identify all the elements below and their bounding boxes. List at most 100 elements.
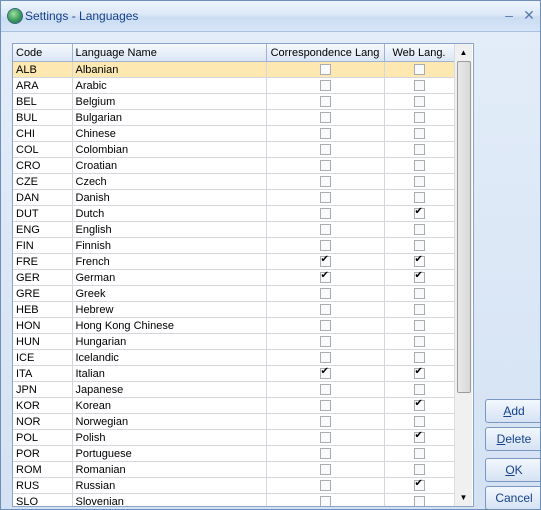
- language-name-cell[interactable]: Japanese: [72, 381, 267, 398]
- web-lang-checkbox[interactable]: [413, 270, 425, 284]
- table-row[interactable]: GRE Greek: [13, 285, 454, 302]
- correspondence-lang-checkbox[interactable]: [319, 366, 331, 380]
- language-code-cell[interactable]: ROM: [13, 461, 73, 478]
- language-name-cell[interactable]: Italian: [72, 365, 267, 382]
- minimize-icon[interactable]: –: [501, 7, 517, 23]
- language-name-cell[interactable]: Colombian: [72, 141, 267, 158]
- language-name-cell[interactable]: Finnish: [72, 237, 267, 254]
- ok-button[interactable]: OK: [485, 458, 540, 482]
- correspondence-lang-checkbox[interactable]: [319, 192, 331, 204]
- table-row[interactable]: GER German: [13, 269, 454, 286]
- column-header-code[interactable]: Code: [13, 44, 73, 62]
- language-name-cell[interactable]: Arabic: [72, 77, 267, 94]
- web-lang-checkbox[interactable]: [413, 478, 425, 492]
- scroll-up-icon[interactable]: ▲: [455, 44, 472, 61]
- language-code-cell[interactable]: DAN: [13, 189, 73, 206]
- web-lang-checkbox[interactable]: [413, 112, 425, 124]
- language-name-cell[interactable]: Belgium: [72, 93, 267, 110]
- correspondence-lang-checkbox[interactable]: [319, 64, 331, 76]
- language-name-cell[interactable]: Korean: [72, 397, 267, 414]
- web-lang-checkbox[interactable]: [413, 80, 425, 92]
- table-row[interactable]: POL Polish: [13, 429, 454, 446]
- language-code-cell[interactable]: COL: [13, 141, 73, 158]
- language-name-cell[interactable]: Polish: [72, 429, 267, 446]
- correspondence-lang-checkbox[interactable]: [319, 432, 331, 444]
- table-row[interactable]: ARA Arabic: [13, 77, 454, 94]
- web-lang-checkbox[interactable]: [413, 224, 425, 236]
- language-code-cell[interactable]: GRE: [13, 285, 73, 302]
- language-code-cell[interactable]: ALB: [13, 61, 73, 78]
- language-code-cell[interactable]: GER: [13, 269, 73, 286]
- table-row[interactable]: BEL Belgium: [13, 93, 454, 110]
- language-name-cell[interactable]: Chinese: [72, 125, 267, 142]
- language-name-cell[interactable]: French: [72, 253, 267, 270]
- language-name-cell[interactable]: Albanian: [72, 61, 267, 78]
- web-lang-checkbox[interactable]: [413, 96, 425, 108]
- table-row[interactable]: BUL Bulgarian: [13, 109, 454, 126]
- language-code-cell[interactable]: BUL: [13, 109, 73, 126]
- language-code-cell[interactable]: DUT: [13, 205, 73, 222]
- web-lang-checkbox[interactable]: [413, 176, 425, 188]
- web-lang-checkbox[interactable]: [413, 464, 425, 476]
- web-lang-checkbox[interactable]: [413, 366, 425, 380]
- table-row[interactable]: HUN Hungarian: [13, 333, 454, 350]
- web-lang-checkbox[interactable]: [413, 430, 425, 444]
- web-lang-checkbox[interactable]: [413, 496, 425, 506]
- correspondence-lang-checkbox[interactable]: [319, 144, 331, 156]
- language-name-cell[interactable]: Russian: [72, 477, 267, 494]
- language-code-cell[interactable]: CHI: [13, 125, 73, 142]
- correspondence-lang-checkbox[interactable]: [319, 240, 331, 252]
- table-row[interactable]: DAN Danish: [13, 189, 454, 206]
- web-lang-checkbox[interactable]: [413, 240, 425, 252]
- correspondence-lang-checkbox[interactable]: [319, 384, 331, 396]
- language-name-cell[interactable]: Norwegian: [72, 413, 267, 430]
- correspondence-lang-checkbox[interactable]: [319, 464, 331, 476]
- language-name-cell[interactable]: Bulgarian: [72, 109, 267, 126]
- language-code-cell[interactable]: FRE: [13, 253, 73, 270]
- web-lang-checkbox[interactable]: [413, 64, 425, 76]
- table-row[interactable]: ENG English: [13, 221, 454, 238]
- language-code-cell[interactable]: POL: [13, 429, 73, 446]
- correspondence-lang-checkbox[interactable]: [319, 128, 331, 140]
- correspondence-lang-checkbox[interactable]: [319, 448, 331, 460]
- table-row[interactable]: SLO Slovenian: [13, 493, 454, 506]
- web-lang-checkbox[interactable]: [413, 416, 425, 428]
- correspondence-lang-checkbox[interactable]: [319, 480, 331, 492]
- correspondence-lang-checkbox[interactable]: [319, 160, 331, 172]
- table-row[interactable]: COL Colombian: [13, 141, 454, 158]
- language-name-cell[interactable]: Dutch: [72, 205, 267, 222]
- language-name-cell[interactable]: Croatian: [72, 157, 267, 174]
- table-row[interactable]: CRO Croatian: [13, 157, 454, 174]
- web-lang-checkbox[interactable]: [413, 192, 425, 204]
- web-lang-checkbox[interactable]: [413, 352, 425, 364]
- language-name-cell[interactable]: Slovenian: [72, 493, 267, 506]
- table-row[interactable]: ITA Italian: [13, 365, 454, 382]
- table-row[interactable]: ALB Albanian: [13, 61, 454, 78]
- web-lang-checkbox[interactable]: [413, 398, 425, 412]
- correspondence-lang-checkbox[interactable]: [319, 176, 331, 188]
- web-lang-checkbox[interactable]: [413, 304, 425, 316]
- web-lang-checkbox[interactable]: [413, 160, 425, 172]
- table-row[interactable]: POR Portuguese: [13, 445, 454, 462]
- language-name-cell[interactable]: Greek: [72, 285, 267, 302]
- language-code-cell[interactable]: KOR: [13, 397, 73, 414]
- scrollbar-thumb[interactable]: [457, 61, 471, 393]
- language-code-cell[interactable]: CRO: [13, 157, 73, 174]
- language-name-cell[interactable]: German: [72, 269, 267, 286]
- web-lang-checkbox[interactable]: [413, 320, 425, 332]
- column-header-correspondence-lang[interactable]: Correspondence Lang: [266, 44, 385, 62]
- language-name-cell[interactable]: Danish: [72, 189, 267, 206]
- close-icon[interactable]: ✕: [521, 7, 537, 23]
- table-row[interactable]: FRE French: [13, 253, 454, 270]
- web-lang-checkbox[interactable]: [413, 384, 425, 396]
- table-row[interactable]: FIN Finnish: [13, 237, 454, 254]
- table-row[interactable]: HON Hong Kong Chinese: [13, 317, 454, 334]
- language-name-cell[interactable]: Romanian: [72, 461, 267, 478]
- correspondence-lang-checkbox[interactable]: [319, 112, 331, 124]
- correspondence-lang-checkbox[interactable]: [319, 80, 331, 92]
- cancel-button[interactable]: Cancel: [485, 486, 540, 509]
- web-lang-checkbox[interactable]: [413, 128, 425, 140]
- language-code-cell[interactable]: ITA: [13, 365, 73, 382]
- web-lang-checkbox[interactable]: [413, 336, 425, 348]
- language-code-cell[interactable]: RUS: [13, 477, 73, 494]
